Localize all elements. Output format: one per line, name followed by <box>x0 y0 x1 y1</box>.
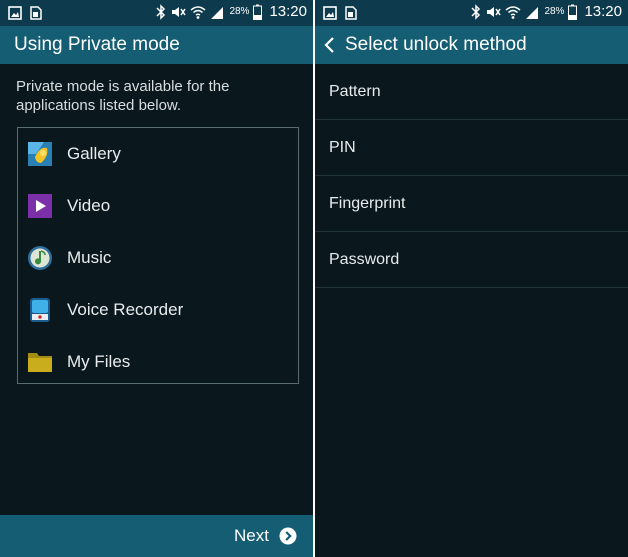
bottom-bar: Next <box>0 515 313 557</box>
battery-percent: 28% <box>229 6 250 17</box>
app-label-gallery: Gallery <box>67 144 121 163</box>
page-title: Using Private mode <box>14 34 180 55</box>
app-list: Gallery Video Music Voice Recorder My Fi… <box>17 127 299 384</box>
list-item: Voice Recorder <box>18 284 298 336</box>
gallery-notification-icon <box>8 6 22 20</box>
bluetooth-icon <box>156 3 166 20</box>
status-bar: 28% 13:20 <box>315 0 628 26</box>
list-item: Music <box>18 232 298 284</box>
page-title: Select unlock method <box>345 34 527 55</box>
app-label-video: Video <box>67 196 111 215</box>
next-label: Next <box>234 526 269 545</box>
mute-icon <box>487 6 502 17</box>
list-item: Gallery <box>18 128 298 180</box>
sim-card-icon <box>345 6 357 20</box>
unlock-method-screen: 28% 13:20 Select unlock method Pattern P… <box>315 0 628 557</box>
list-item: My Files <box>18 336 298 388</box>
private-mode-description: Private mode is available for the applic… <box>16 78 230 114</box>
wifi-icon <box>190 5 206 19</box>
app-label-my-files: My Files <box>67 352 131 371</box>
status-time: 13:20 <box>269 3 307 20</box>
gallery-notification-icon <box>323 6 337 20</box>
wifi-icon <box>505 5 521 19</box>
action-bar: Select unlock method <box>315 26 628 64</box>
battery-percent: 28% <box>544 6 565 17</box>
mute-icon <box>172 6 187 17</box>
signal-icon <box>526 6 539 19</box>
method-label: Fingerprint <box>329 194 406 212</box>
bluetooth-icon <box>471 3 481 20</box>
status-bar: 28% 13:20 <box>0 0 313 26</box>
app-label-music: Music <box>67 248 112 267</box>
chevron-right-circle-icon <box>279 527 297 545</box>
signal-icon <box>211 6 224 19</box>
action-bar: Using Private mode <box>0 26 313 64</box>
battery-icon <box>568 4 578 20</box>
unlock-method-password[interactable]: Password <box>315 232 628 288</box>
unlock-method-pattern[interactable]: Pattern <box>315 64 628 120</box>
next-button[interactable]: Next <box>234 515 297 557</box>
music-icon <box>28 246 52 270</box>
back-chevron-icon[interactable] <box>323 36 337 54</box>
method-label: PIN <box>329 138 356 156</box>
battery-icon <box>253 4 263 20</box>
private-mode-screen: 28% 13:20 Using Private mode Private mod… <box>0 0 313 557</box>
app-label-voice-recorder: Voice Recorder <box>67 300 184 319</box>
unlock-method-fingerprint[interactable]: Fingerprint <box>315 176 628 232</box>
list-item: Video <box>18 180 298 232</box>
method-label: Pattern <box>329 82 381 100</box>
gallery-icon <box>28 142 52 166</box>
method-label: Password <box>329 250 400 268</box>
unlock-method-list: Pattern PIN Fingerprint Password <box>315 64 628 288</box>
sim-card-icon <box>30 6 42 20</box>
video-icon <box>28 194 52 218</box>
status-time: 13:20 <box>584 3 622 20</box>
unlock-method-pin[interactable]: PIN <box>315 120 628 176</box>
folder-icon <box>28 353 52 372</box>
voice-recorder-icon <box>30 298 50 322</box>
